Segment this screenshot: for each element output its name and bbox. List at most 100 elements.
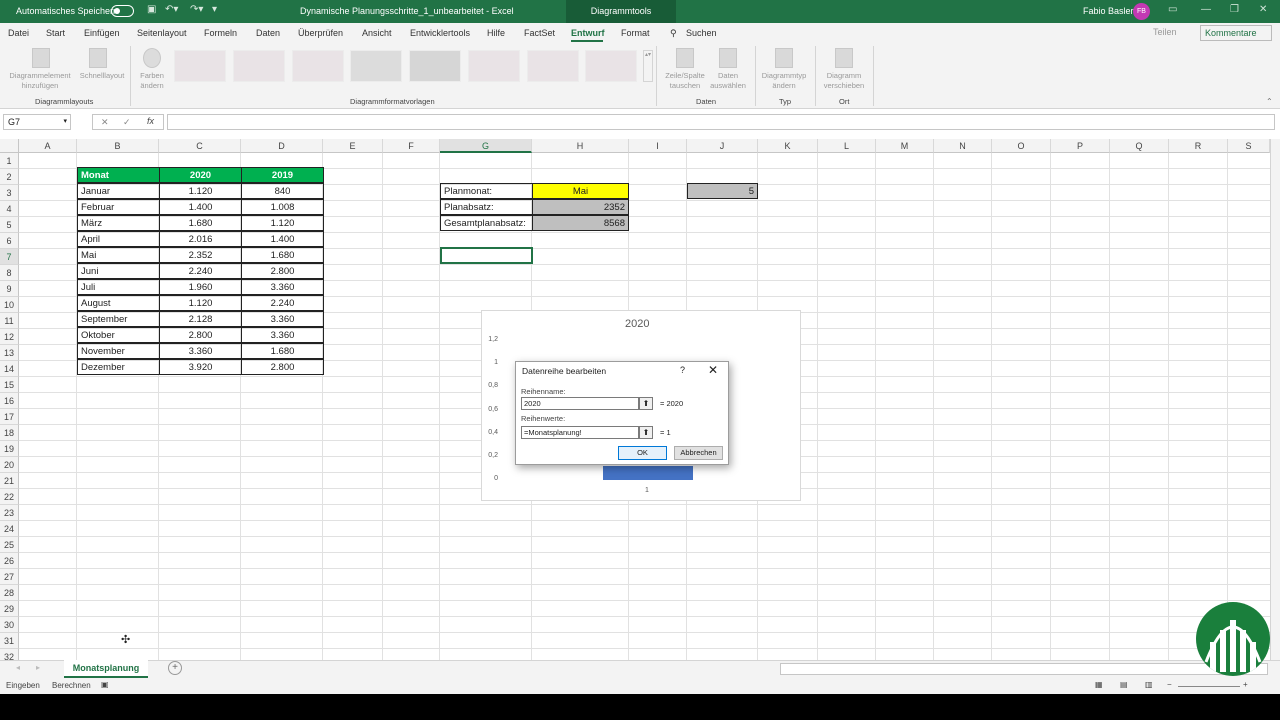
collapse-ribbon-icon[interactable]: ⌃ bbox=[1266, 97, 1273, 106]
tab-help[interactable]: Hilfe bbox=[487, 28, 505, 38]
plan-total-label[interactable]: Gesamtplanabsatz: bbox=[440, 215, 533, 231]
table-header-cell[interactable]: Monat bbox=[77, 167, 160, 183]
cancel-entry-icon[interactable]: ✕ bbox=[101, 117, 109, 128]
zoom-in-icon[interactable]: + bbox=[1243, 680, 1248, 689]
row-header-5[interactable]: 5 bbox=[0, 217, 19, 233]
row-header-8[interactable]: 8 bbox=[0, 265, 19, 281]
table-month-cell[interactable]: April bbox=[77, 231, 160, 247]
table-value-cell[interactable]: 2.800 bbox=[241, 359, 324, 375]
table-month-cell[interactable]: Dezember bbox=[77, 359, 160, 375]
collapse-dialog-icon[interactable]: ⬆ bbox=[639, 397, 653, 410]
chart-style-2[interactable] bbox=[233, 50, 285, 82]
table-month-cell[interactable]: August bbox=[77, 295, 160, 311]
column-header-i[interactable]: I bbox=[629, 139, 687, 153]
change-colors-button[interactable]: Farben ändern bbox=[134, 71, 170, 91]
series-name-input[interactable]: 2020 bbox=[521, 397, 639, 410]
chart-bar[interactable] bbox=[603, 466, 693, 480]
cancel-button[interactable]: Abbrechen bbox=[674, 446, 723, 460]
plan-month-label[interactable]: Planmonat: bbox=[440, 183, 533, 199]
table-month-cell[interactable]: Juni bbox=[77, 263, 160, 279]
macro-record-icon[interactable]: ▣ bbox=[101, 680, 109, 689]
save-icon[interactable]: ▣ bbox=[147, 4, 156, 15]
ok-button[interactable]: OK bbox=[618, 446, 667, 460]
table-value-cell[interactable]: 2.352 bbox=[159, 247, 242, 263]
table-value-cell[interactable]: 1.680 bbox=[159, 215, 242, 231]
formula-input[interactable] bbox=[167, 114, 1275, 130]
tab-developer[interactable]: Entwicklertools bbox=[410, 28, 470, 38]
insert-function-icon[interactable]: fx bbox=[147, 116, 154, 126]
table-value-cell[interactable]: 1.680 bbox=[241, 343, 324, 359]
add-chart-element-button[interactable]: Diagrammelement hinzufügen bbox=[4, 71, 76, 91]
search-icon[interactable]: ⚲ bbox=[670, 28, 677, 39]
column-header-h[interactable]: H bbox=[532, 139, 629, 153]
table-value-cell[interactable]: 2.800 bbox=[159, 327, 242, 343]
table-value-cell[interactable]: 2.128 bbox=[159, 311, 242, 327]
maximize-icon[interactable]: ❐ bbox=[1230, 4, 1239, 15]
table-month-cell[interactable]: Januar bbox=[77, 183, 160, 199]
table-value-cell[interactable]: 3.360 bbox=[241, 327, 324, 343]
active-cell-g7[interactable] bbox=[440, 247, 533, 264]
avatar[interactable]: FB bbox=[1133, 3, 1150, 20]
row-header-10[interactable]: 10 bbox=[0, 297, 19, 313]
table-value-cell[interactable]: 840 bbox=[241, 183, 324, 199]
table-value-cell[interactable]: 3.360 bbox=[241, 311, 324, 327]
table-value-cell[interactable]: 2.800 bbox=[241, 263, 324, 279]
table-value-cell[interactable]: 2.240 bbox=[159, 263, 242, 279]
plan-total-value[interactable]: 8568 bbox=[532, 215, 629, 231]
customize-qat-icon[interactable]: ▾ bbox=[212, 4, 217, 15]
add-sheet-button[interactable]: + bbox=[168, 661, 182, 675]
tab-formulas[interactable]: Formeln bbox=[204, 28, 237, 38]
help-icon[interactable]: ? bbox=[680, 365, 685, 375]
column-header-n[interactable]: N bbox=[934, 139, 992, 153]
tab-page-layout[interactable]: Seitenlayout bbox=[137, 28, 187, 38]
row-header-17[interactable]: 17 bbox=[0, 409, 19, 425]
horizontal-scrollbar[interactable] bbox=[780, 663, 1268, 675]
row-header-25[interactable]: 25 bbox=[0, 537, 19, 553]
table-value-cell[interactable]: 1.008 bbox=[241, 199, 324, 215]
select-all-corner[interactable] bbox=[0, 139, 19, 153]
column-header-o[interactable]: O bbox=[992, 139, 1051, 153]
chart-style-5[interactable] bbox=[409, 50, 461, 82]
tab-insert[interactable]: Einfügen bbox=[84, 28, 120, 38]
table-value-cell[interactable]: 1.120 bbox=[241, 215, 324, 231]
search-label[interactable]: Suchen bbox=[686, 28, 717, 38]
zoom-out-icon[interactable]: − bbox=[1167, 680, 1172, 689]
table-value-cell[interactable]: 3.920 bbox=[159, 359, 242, 375]
column-header-q[interactable]: Q bbox=[1110, 139, 1169, 153]
prev-sheet-icon[interactable]: ◂ bbox=[16, 663, 20, 672]
change-chart-type-button[interactable]: Diagrammtyp ändern bbox=[757, 71, 811, 91]
sheet-tab-monatsplanung[interactable]: Monatsplanung bbox=[64, 660, 148, 678]
table-value-cell[interactable]: 1.120 bbox=[159, 295, 242, 311]
column-header-p[interactable]: P bbox=[1051, 139, 1110, 153]
tab-design[interactable]: Entwurf bbox=[571, 28, 605, 38]
row-header-15[interactable]: 15 bbox=[0, 377, 19, 393]
table-value-cell[interactable]: 2.240 bbox=[241, 295, 324, 311]
row-header-20[interactable]: 20 bbox=[0, 457, 19, 473]
row-header-13[interactable]: 13 bbox=[0, 345, 19, 361]
row-header-11[interactable]: 11 bbox=[0, 313, 19, 329]
chart-style-6[interactable] bbox=[468, 50, 520, 82]
name-box[interactable]: G7 ▾ bbox=[3, 114, 71, 130]
row-header-9[interactable]: 9 bbox=[0, 281, 19, 297]
row-header-30[interactable]: 30 bbox=[0, 617, 19, 633]
close-icon[interactable]: ✕ bbox=[1259, 4, 1267, 15]
row-header-19[interactable]: 19 bbox=[0, 441, 19, 457]
minimize-icon[interactable]: — bbox=[1201, 4, 1211, 15]
tab-file[interactable]: Datei bbox=[8, 28, 29, 38]
table-value-cell[interactable]: 3.360 bbox=[159, 343, 242, 359]
table-value-cell[interactable]: 1.400 bbox=[159, 199, 242, 215]
column-header-b[interactable]: B bbox=[77, 139, 159, 153]
close-icon[interactable]: ✕ bbox=[708, 363, 718, 377]
move-chart-button[interactable]: Diagramm verschieben bbox=[818, 71, 870, 91]
column-header-k[interactable]: K bbox=[758, 139, 818, 153]
undo-icon[interactable]: ↶▾ bbox=[165, 4, 178, 15]
table-value-cell[interactable]: 1.680 bbox=[241, 247, 324, 263]
row-header-6[interactable]: 6 bbox=[0, 233, 19, 249]
table-month-cell[interactable]: März bbox=[77, 215, 160, 231]
row-header-26[interactable]: 26 bbox=[0, 553, 19, 569]
column-header-f[interactable]: F bbox=[383, 139, 440, 153]
chart-style-4[interactable] bbox=[350, 50, 402, 82]
table-month-cell[interactable]: Mai bbox=[77, 247, 160, 263]
quick-layout-button[interactable]: Schnelllayout bbox=[78, 71, 126, 81]
plan-month-value[interactable]: Mai bbox=[532, 183, 629, 199]
